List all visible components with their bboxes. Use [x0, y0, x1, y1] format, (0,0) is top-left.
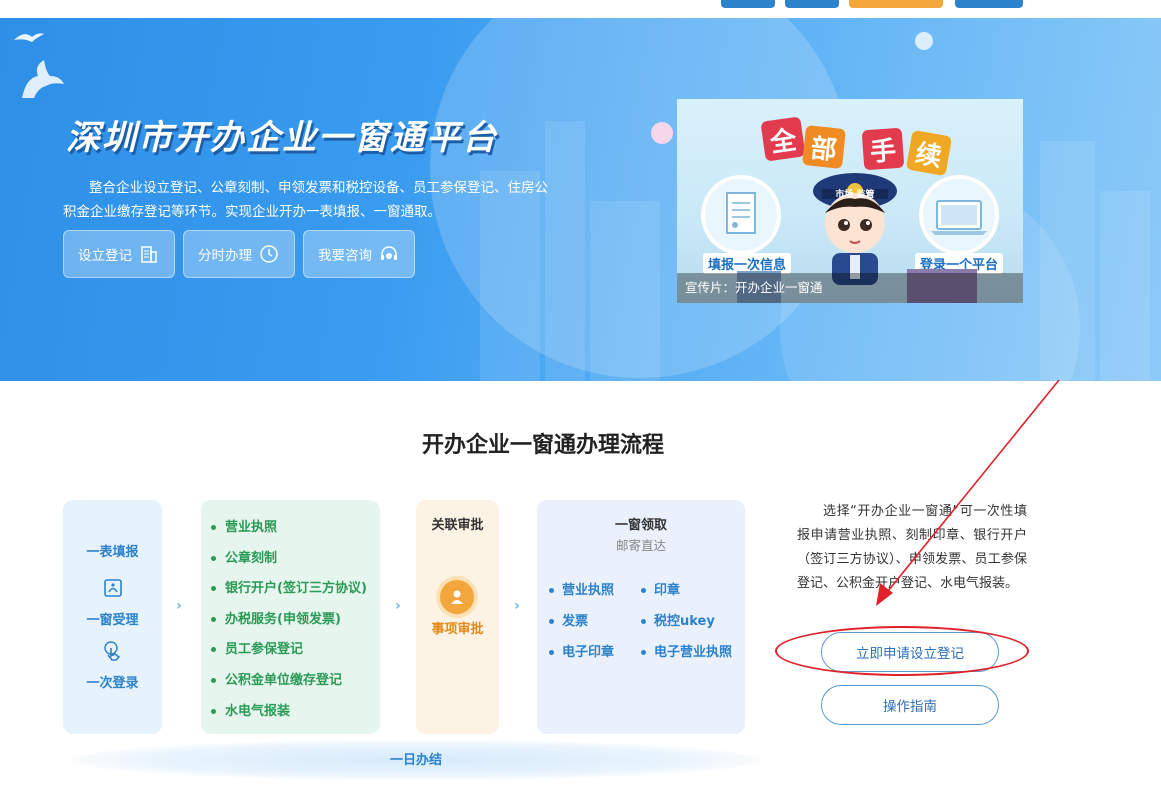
time-slot-button-label: 分时办理 — [198, 248, 252, 264]
chevron-right-icon: › — [395, 598, 401, 614]
top-nav-button-1[interactable] — [721, 0, 775, 8]
bird-icon — [14, 33, 44, 42]
annotation-ellipse — [775, 626, 1029, 676]
officer-illustration — [813, 173, 897, 285]
services-list: 营业执照 公章刻制 银行开户(签订三方协议) 办税服务(申领发票) 员工参保登记… — [211, 518, 367, 732]
hero-title: 深圳市开办企业一窗通平台 — [66, 118, 498, 158]
flow-step-submit: 一表填报 一窗受理 一次登录 — [63, 500, 162, 734]
side-info-text: 选择“开办企业一窗通”可一次性填报申请营业执照、刻制印章、银行开户（签订三方协议… — [797, 504, 1027, 591]
section-title: 开办企业一窗通办理流程 — [421, 433, 664, 458]
approval-title: 关联审批 — [431, 518, 484, 533]
hero-building — [590, 201, 660, 381]
person-icon — [440, 580, 474, 614]
flow-step-label: 一窗受理 — [86, 613, 139, 628]
time-slot-button[interactable]: 分时办理 — [183, 230, 295, 278]
top-nav-button-2[interactable] — [785, 0, 839, 8]
bird-icon — [22, 60, 64, 98]
list-item: 办税服务(申领发票) — [211, 610, 367, 641]
hero-banner: 深圳市开办企业一窗通平台 整合企业设立登记、公章刻制、申领发票和税控设备、员工参… — [0, 18, 1161, 381]
operation-guide-button[interactable]: 操作指南 — [821, 685, 999, 725]
building-icon — [138, 243, 160, 265]
collect-title: 一窗领取 — [614, 518, 667, 533]
flow-step-label: 一表填报 — [86, 545, 139, 560]
chevron-right-icon: › — [514, 598, 520, 614]
list-item: 营业执照 — [211, 518, 367, 549]
flow-step-approval: 关联审批 事项审批 — [416, 500, 499, 734]
hero-description: 整合企业设立登记、公章刻制、申领发票和税控设备、员工参保登记、住房公积金企业缴存… — [63, 180, 548, 220]
approval-label: 事项审批 — [431, 622, 484, 637]
flow-step-services: 营业执照 公章刻制 银行开户(签订三方协议) 办税服务(申领发票) 员工参保登记… — [201, 500, 380, 734]
list-item: 电子营业执照 — [641, 641, 732, 660]
hero-dot — [651, 122, 673, 144]
promo-video-card[interactable]: 全 部 手 续 市场 监管 填报一次信息 登录一个平台 宣传片：开办企业一窗通 — [677, 99, 1023, 303]
hero-building — [545, 121, 585, 381]
list-item: 水电气报装 — [211, 702, 367, 733]
promo-chip: 全 — [760, 116, 806, 162]
register-button[interactable]: 设立登记 — [63, 230, 175, 278]
list-item: 公章刻制 — [211, 549, 367, 580]
touch-icon — [102, 640, 124, 662]
list-item: 营业执照 — [549, 579, 614, 598]
top-header-strip — [0, 0, 1161, 18]
headset-icon — [378, 243, 400, 265]
top-nav-button-3[interactable] — [849, 0, 943, 8]
hero-building — [1040, 141, 1095, 381]
collect-subtitle: 邮寄直达 — [615, 538, 666, 553]
list-item: 发票 — [549, 610, 588, 629]
register-button-label: 设立登记 — [78, 248, 132, 264]
list-item: 公积金单位缴存登记 — [211, 671, 367, 702]
document-icon — [102, 577, 124, 599]
list-item: 税控ukey — [641, 610, 715, 629]
clock-icon — [258, 243, 280, 265]
hero-building — [1100, 191, 1150, 381]
promo-caption: 宣传片：开办企业一窗通 — [677, 273, 1023, 303]
consult-button[interactable]: 我要咨询 — [303, 230, 415, 278]
top-nav-button-4[interactable] — [955, 0, 1023, 8]
consult-button-label: 我要咨询 — [318, 248, 372, 264]
chevron-right-icon: › — [176, 598, 182, 614]
flow-footer: 一日办结 — [389, 753, 442, 768]
promo-chip: 续 — [905, 129, 953, 177]
flow-step-collect: 一窗领取 邮寄直达 营业执照 印章 发票 税控ukey 电子印章 电子营业执照 — [537, 500, 745, 734]
hero-dot — [915, 32, 933, 50]
officer-badge: 市场 监管 — [835, 190, 875, 200]
list-item: 电子印章 — [549, 641, 614, 660]
list-item: 员工参保登记 — [211, 640, 367, 671]
list-item: 印章 — [641, 579, 680, 598]
flow-step-label: 一次登录 — [86, 676, 139, 691]
list-item: 银行开户(签订三方协议) — [211, 579, 367, 610]
laptop-illustration — [919, 175, 999, 255]
form-illustration — [701, 175, 781, 255]
